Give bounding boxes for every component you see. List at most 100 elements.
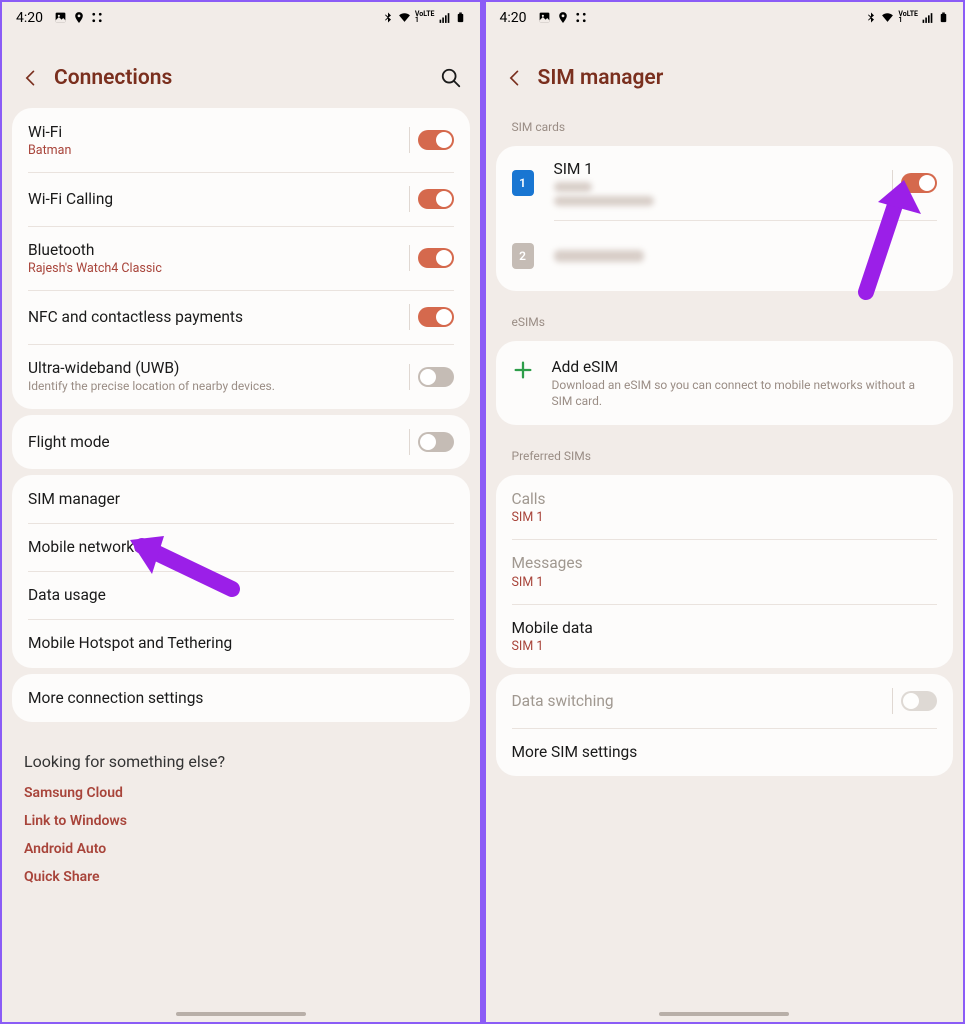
row-sim-manager[interactable]: SIM manager bbox=[12, 475, 470, 523]
page-header: Connections bbox=[2, 30, 480, 102]
row-data-usage[interactable]: Data usage bbox=[12, 571, 470, 619]
pin-icon bbox=[556, 11, 570, 24]
row-title: Ultra-wideband (UWB) bbox=[28, 358, 397, 378]
apps-icon bbox=[90, 11, 104, 24]
toggle-flight[interactable] bbox=[418, 432, 454, 452]
row-add-esim[interactable]: Add eSIM Download an eSIM so you can con… bbox=[496, 341, 954, 425]
card-sim-settings: Data switching More SIM settings bbox=[496, 674, 954, 776]
row-uwb[interactable]: Ultra-wideband (UWB) Identify the precis… bbox=[12, 344, 470, 409]
row-title: Bluetooth bbox=[28, 240, 397, 260]
page-header: SIM manager bbox=[486, 30, 964, 102]
row-wifi-calling[interactable]: Wi-Fi Calling bbox=[12, 172, 470, 226]
card-preferred-sims: Calls SIM 1 Messages SIM 1 Mobile data S… bbox=[496, 475, 954, 667]
footer-link-samsung-cloud[interactable]: Samsung Cloud bbox=[24, 785, 458, 801]
battery-icon bbox=[455, 11, 466, 24]
row-title: Add eSIM bbox=[552, 357, 938, 377]
row-data-switching: Data switching bbox=[496, 674, 954, 728]
toggle-divider bbox=[892, 170, 893, 196]
section-label-esims: eSIMs bbox=[486, 297, 964, 335]
section-label-preferred: Preferred SIMs bbox=[486, 431, 964, 469]
footer-heading: Looking for something else? bbox=[24, 752, 458, 771]
row-more-sim-settings[interactable]: More SIM settings bbox=[496, 728, 954, 776]
row-sim1[interactable]: 1 SIM 1 bbox=[496, 146, 954, 220]
footer-section: Looking for something else? Samsung Clou… bbox=[2, 728, 480, 907]
bluetooth-icon bbox=[865, 11, 877, 24]
row-title: More SIM settings bbox=[512, 742, 938, 762]
volte-icon: VoLTE1 bbox=[415, 12, 435, 23]
image-icon bbox=[53, 11, 68, 24]
row-sub: SIM 1 bbox=[512, 575, 938, 590]
phone-right: 4:20 VoLTE1 SIM manager SIM cards 1 bbox=[483, 0, 965, 1024]
row-title: Wi-Fi Calling bbox=[28, 189, 397, 209]
row-more-connection-settings[interactable]: More connection settings bbox=[12, 674, 470, 722]
page-title: Connections bbox=[54, 66, 428, 90]
toggle-nfc[interactable] bbox=[418, 307, 454, 327]
home-indicator[interactable] bbox=[659, 1012, 789, 1016]
row-desc: Download an eSIM so you can connect to m… bbox=[552, 378, 938, 409]
battery-icon bbox=[938, 11, 949, 24]
row-title: Mobile data bbox=[512, 618, 938, 638]
section-label-sim-cards: SIM cards bbox=[486, 102, 964, 140]
row-nfc[interactable]: NFC and contactless payments bbox=[12, 290, 470, 344]
row-flight-mode[interactable]: Flight mode bbox=[12, 415, 470, 469]
pin-icon bbox=[72, 11, 86, 24]
volte-icon: VoLTE1 bbox=[898, 12, 918, 23]
apps-icon bbox=[574, 11, 588, 24]
row-hotspot[interactable]: Mobile Hotspot and Tethering bbox=[12, 619, 470, 667]
row-bluetooth[interactable]: Bluetooth Rajesh's Watch4 Classic bbox=[12, 226, 470, 290]
row-sub: SIM 1 bbox=[512, 639, 938, 654]
row-messages[interactable]: Messages SIM 1 bbox=[496, 539, 954, 603]
row-title: NFC and contactless payments bbox=[28, 307, 397, 327]
search-button[interactable] bbox=[440, 67, 462, 89]
toggle-divider bbox=[409, 245, 410, 271]
footer-link-android-auto[interactable]: Android Auto bbox=[24, 841, 458, 857]
status-bar: 4:20 VoLTE1 bbox=[2, 2, 480, 30]
toggle-divider bbox=[409, 364, 410, 390]
row-sim2: 2 bbox=[496, 221, 954, 291]
page-title: SIM manager bbox=[538, 66, 946, 90]
row-title: Data usage bbox=[28, 585, 454, 605]
card-esims: Add eSIM Download an eSIM so you can con… bbox=[496, 341, 954, 425]
toggle-bluetooth[interactable] bbox=[418, 248, 454, 268]
card-more: More connection settings bbox=[12, 674, 470, 722]
toggle-divider bbox=[892, 688, 893, 714]
status-time: 4:20 bbox=[500, 10, 527, 26]
footer-link-link-to-windows[interactable]: Link to Windows bbox=[24, 813, 458, 829]
row-calls[interactable]: Calls SIM 1 bbox=[496, 475, 954, 539]
toggle-sim1[interactable] bbox=[901, 173, 937, 193]
row-wifi[interactable]: Wi-Fi Batman bbox=[12, 108, 470, 172]
back-button[interactable] bbox=[20, 67, 42, 89]
toggle-divider bbox=[409, 186, 410, 212]
row-sub: SIM 1 bbox=[512, 510, 938, 525]
sim-title: SIM 1 bbox=[554, 160, 881, 178]
toggle-wifi-calling[interactable] bbox=[418, 189, 454, 209]
row-title: Messages bbox=[512, 553, 938, 573]
toggle-divider bbox=[409, 429, 410, 455]
toggle-wifi[interactable] bbox=[418, 130, 454, 150]
bluetooth-icon bbox=[382, 11, 394, 24]
row-title: SIM manager bbox=[28, 489, 454, 509]
row-title: Wi-Fi bbox=[28, 122, 397, 142]
back-button[interactable] bbox=[504, 67, 526, 89]
wifi-icon bbox=[880, 11, 895, 24]
home-indicator[interactable] bbox=[176, 1012, 306, 1016]
footer-link-quick-share[interactable]: Quick Share bbox=[24, 869, 458, 885]
status-time: 4:20 bbox=[16, 10, 43, 26]
phone-left: 4:20 VoLTE1 Connections bbox=[0, 0, 483, 1024]
row-desc: Identify the precise location of nearby … bbox=[28, 379, 397, 395]
row-sub: Batman bbox=[28, 143, 397, 158]
card-flight: Flight mode bbox=[12, 415, 470, 469]
row-title: Flight mode bbox=[28, 432, 397, 452]
card-connections-main: Wi-Fi Batman Wi-Fi Calling Bluetooth Raj… bbox=[12, 108, 470, 409]
toggle-uwb[interactable] bbox=[418, 367, 454, 387]
toggle-divider bbox=[409, 304, 410, 330]
row-mobile-networks[interactable]: Mobile networks bbox=[12, 523, 470, 571]
sim-badge-1: 1 bbox=[512, 170, 534, 196]
row-mobile-data[interactable]: Mobile data SIM 1 bbox=[496, 604, 954, 668]
row-title: Calls bbox=[512, 489, 938, 509]
plus-icon bbox=[512, 359, 534, 381]
signal-icon bbox=[921, 11, 935, 24]
row-sub: Rajesh's Watch4 Classic bbox=[28, 261, 397, 276]
card-sim-mobile: SIM manager Mobile networks Data usage M… bbox=[12, 475, 470, 668]
row-title: Mobile networks bbox=[28, 537, 454, 557]
